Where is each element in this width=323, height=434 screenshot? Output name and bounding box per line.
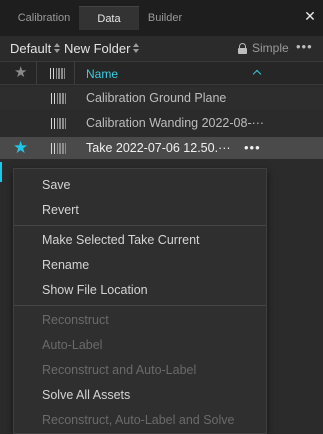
tab-builder[interactable]: Builder [139,7,191,29]
selection-indicator [0,162,2,182]
tab-data[interactable]: Data [79,6,139,30]
name-column-header[interactable]: Name [86,67,118,81]
barcode-icon[interactable] [50,68,66,79]
take-name: Calibration Ground Plane [86,91,227,105]
folder-dropdown-label: New Folder [64,40,131,56]
menu-item-solve-all-assets[interactable]: Solve All Assets [42,388,130,402]
project-dropdown[interactable]: Default [10,39,61,57]
toolbar: Default New Folder Simple ••• [0,36,323,61]
menu-item-revert[interactable]: Revert [42,203,79,217]
menu-item-reconstruct: Reconstruct [42,313,109,327]
star-icon[interactable]: ★ [13,139,28,157]
barcode-icon [51,143,67,154]
menu-divider [14,305,266,306]
barcode-icon [51,93,67,104]
context-menu: Save Revert Make Selected Take Current R… [13,168,267,434]
row-more-icon[interactable]: ••• [244,140,261,155]
project-dropdown-label: Default [10,40,52,56]
take-name: Take 2022-07-06 12.50.··· [86,141,231,155]
simple-mode-toggle[interactable]: Simple [238,40,289,56]
tab-calibration[interactable]: Calibration [8,7,80,29]
table-row[interactable]: Calibration Wanding 2022-08-··· [0,112,323,134]
star-icon[interactable]: ★ [14,65,27,81]
menu-item-auto-label: Auto-Label [42,338,103,352]
barcode-icon [51,118,67,129]
folder-dropdown[interactable]: New Folder [64,39,140,57]
menu-item-reconstruct-auto-label: Reconstruct and Auto-Label [42,363,197,377]
simple-mode-label: Simple [252,41,289,55]
lock-icon [238,42,247,54]
column-divider[interactable] [36,62,37,85]
take-name: Calibration Wanding 2022-08-··· [86,116,265,130]
menu-item-show-file-location[interactable]: Show File Location [42,283,148,297]
menu-item-save[interactable]: Save [42,178,71,192]
tab-bar: Calibration Data Builder ✕ [0,0,323,36]
table-row[interactable]: Calibration Ground Plane [0,87,323,109]
updown-icon [132,42,140,54]
menu-item-make-current[interactable]: Make Selected Take Current [42,233,200,247]
menu-item-rename[interactable]: Rename [42,258,89,272]
menu-divider [14,225,266,226]
chevron-up-icon[interactable] [254,71,262,76]
more-options-icon[interactable]: ••• [296,39,313,54]
table-row-selected[interactable]: ★ Take 2022-07-06 12.50.··· ••• [0,137,323,159]
close-icon[interactable]: ✕ [303,8,317,24]
menu-item-reconstruct-auto-label-solve: Reconstruct, Auto-Label and Solve [42,413,235,427]
table-header: ★ Name [0,61,323,85]
updown-icon [53,42,61,54]
column-divider[interactable] [74,62,75,85]
